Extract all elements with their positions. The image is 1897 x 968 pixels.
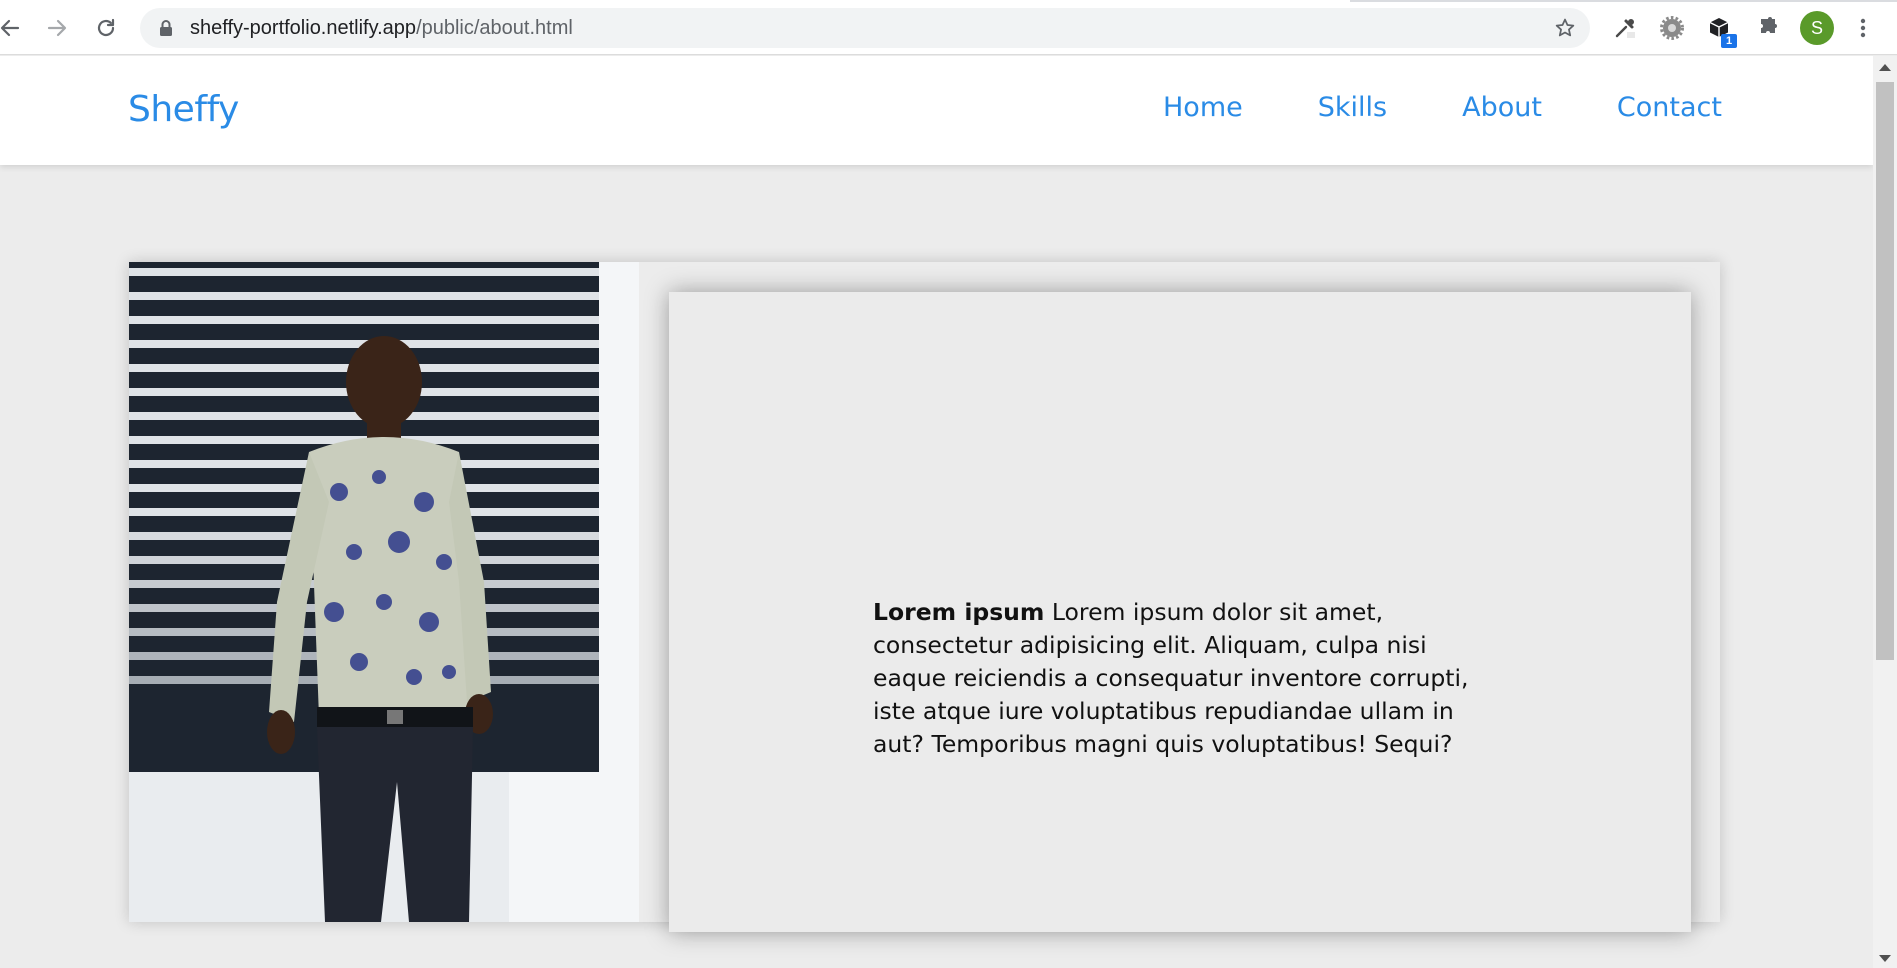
portrait-image	[129, 262, 639, 922]
kebab-menu-icon	[1860, 18, 1866, 38]
gear-extension-button[interactable]	[1656, 12, 1688, 44]
url-path: /public/about.html	[416, 17, 573, 39]
page-scrollbar[interactable]	[1873, 56, 1897, 968]
about-paragraph: Lorem ipsum Lorem ipsum dolor sit amet, …	[873, 596, 1493, 761]
reload-button[interactable]	[90, 12, 122, 44]
tab-strip-edge	[0, 0, 1897, 2]
browser-toolbar: sheffy-portfolio.netlify.app/public/abou…	[0, 0, 1897, 55]
forward-button[interactable]	[41, 12, 73, 44]
reload-icon	[97, 18, 115, 37]
about-text-panel: Lorem ipsum Lorem ipsum dolor sit amet, …	[669, 292, 1691, 932]
site-header: Sheffy Home Skills About Contact	[0, 56, 1873, 165]
url-text[interactable]: sheffy-portfolio.netlify.app/public/abou…	[190, 8, 573, 48]
arrow-right-icon	[47, 19, 67, 37]
address-bar[interactable]: sheffy-portfolio.netlify.app/public/abou…	[140, 8, 1590, 48]
arrow-left-icon	[0, 19, 20, 37]
lock-icon	[160, 20, 172, 36]
main-nav: Home Skills About Contact	[1163, 92, 1797, 123]
scroll-up-arrow-icon[interactable]	[1879, 64, 1891, 71]
bookmark-star-icon[interactable]	[1554, 17, 1576, 39]
nav-link-home[interactable]: Home	[1163, 92, 1243, 123]
extension-badge: 1	[1721, 34, 1737, 48]
back-button[interactable]	[0, 12, 26, 44]
about-section: Lorem ipsum Lorem ipsum dolor sit amet, …	[129, 262, 1720, 932]
gear-icon	[1660, 16, 1684, 40]
about-lead: Lorem ipsum	[873, 598, 1045, 626]
box-extension-button[interactable]: 1	[1703, 12, 1737, 48]
profile-photo	[129, 262, 639, 922]
nav-link-about[interactable]: About	[1462, 92, 1542, 123]
eyedropper-extension-button[interactable]	[1609, 12, 1641, 44]
profile-avatar[interactable]: S	[1800, 11, 1834, 45]
nav-link-skills[interactable]: Skills	[1318, 92, 1387, 123]
browser-menu-button[interactable]	[1847, 12, 1879, 44]
nav-link-contact[interactable]: Contact	[1617, 92, 1722, 123]
scroll-down-arrow-icon[interactable]	[1879, 955, 1891, 962]
brand-logo[interactable]: Sheffy	[128, 89, 239, 130]
puzzle-icon	[1761, 17, 1777, 33]
scrollbar-thumb[interactable]	[1876, 82, 1894, 660]
url-host: sheffy-portfolio.netlify.app	[190, 17, 417, 39]
eyedropper-icon	[1615, 19, 1635, 38]
page-viewport: Sheffy Home Skills About Contact Lorem i…	[0, 56, 1873, 968]
extensions-menu-button[interactable]	[1752, 12, 1784, 44]
